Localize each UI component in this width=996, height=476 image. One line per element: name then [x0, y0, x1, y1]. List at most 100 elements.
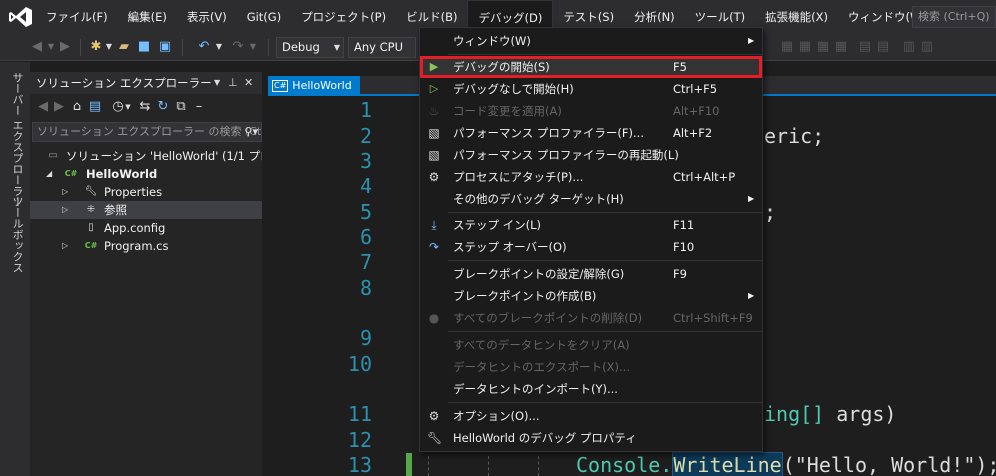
menu-git[interactable]: Git(G): [237, 0, 292, 34]
menu-item-label: プロセスにアタッチ(P)...: [453, 170, 584, 184]
solution-explorer-panel: ソリューション エクスプローラー ▼ ⊥ ✕ ◀ ▶ ⌂ ▤ ◷ ▼ ⇆ ↻ ⧉…: [30, 72, 262, 476]
csharp-file-icon: C#: [272, 80, 289, 92]
pin-icon[interactable]: ⊥: [228, 72, 238, 94]
open-folder-icon[interactable]: ▰: [116, 39, 132, 55]
window-position-icon[interactable]: ▼: [214, 72, 220, 94]
pending-changes-dropdown-icon[interactable]: ▼: [124, 99, 132, 115]
back-dropdown-icon[interactable]: ▼: [46, 39, 56, 55]
redo-dropdown-icon[interactable]: ▼: [248, 39, 258, 55]
debug-menu-clear-datatips[interactable]: すべてのデータヒントをクリア(A): [420, 334, 762, 356]
home-icon[interactable]: ⌂: [70, 99, 84, 115]
switch-views-icon[interactable]: ▤: [88, 99, 102, 115]
server-explorer-tab[interactable]: サーバー エクスプローラー: [9, 72, 25, 208]
code-line-11: ing[] args): [764, 402, 896, 426]
line-number: 1: [359, 98, 372, 122]
menu-item-shortcut: F10: [673, 240, 695, 254]
menu-item-shortcut: F9: [673, 267, 687, 281]
menu-item-label: オプション(O)...: [453, 409, 540, 423]
menu-item-label: ステップ イン(L): [453, 218, 542, 232]
save-icon[interactable]: ■: [136, 39, 152, 55]
undo-icon[interactable]: ↶: [196, 39, 212, 55]
debug-menu-windows[interactable]: ウィンドウ(W) ▶: [420, 30, 762, 52]
debug-menu-attach-to-process[interactable]: ⚙ プロセスにアタッチ(P)... Ctrl+Alt+P: [420, 166, 762, 188]
expanded-arrow-icon[interactable]: ◢: [46, 165, 52, 183]
menu-item-shortcut: F11: [673, 218, 695, 232]
debug-menu-start-without-debugging[interactable]: ▷ デバッグなしで開始(H) Ctrl+F5: [420, 78, 762, 100]
menu-file[interactable]: ファイル(F): [36, 0, 118, 34]
debug-menu-step-into[interactable]: ⤓ ステップ イン(L) F11: [420, 214, 762, 236]
performance-icon: ▧: [428, 148, 440, 162]
pending-changes-icon[interactable]: ◷: [112, 99, 124, 115]
new-project-icon[interactable]: ✱: [88, 39, 104, 55]
debug-menu-delete-all-breakpoints[interactable]: ● すべてのブレークポイントの削除(D) Ctrl+Shift+F9: [420, 307, 762, 329]
flame-icon: ♨: [428, 104, 440, 118]
menu-extensions[interactable]: 拡張機能(X): [755, 0, 838, 34]
wrench-icon: 🔧︎: [84, 186, 98, 197]
menu-item-label: データヒントのインポート(Y)...: [453, 382, 618, 396]
debug-menu-apply-code-changes[interactable]: ♨ コード変更を適用(A) Alt+F10: [420, 100, 762, 122]
menu-edit[interactable]: 編集(E): [118, 0, 177, 34]
visual-studio-logo-icon[interactable]: [8, 6, 34, 28]
debug-menu-toggle-breakpoint[interactable]: ブレークポイントの設定/解除(G) F9: [420, 263, 762, 285]
menu-item-shortcut: Ctrl+F5: [673, 82, 718, 96]
search-input[interactable]: 検索 (Ctrl+Q): [912, 6, 996, 28]
play-outline-icon: ▷: [429, 82, 439, 95]
tool-window-strip: サーバー エクスプローラー ツールボックス: [0, 62, 30, 476]
debug-menu-debug-properties[interactable]: 🔧︎ HelloWorld のデバッグ プロパティ: [420, 427, 762, 449]
close-icon[interactable]: ✕: [244, 72, 253, 94]
search-icon[interactable]: ⚲▾: [244, 123, 258, 141]
debug-menu-options[interactable]: ⚙ オプション(O)...: [420, 405, 762, 427]
toolbox-tab[interactable]: ツールボックス: [9, 196, 25, 273]
solution-config-select[interactable]: Debug ▼: [276, 37, 344, 58]
indent-guide: [428, 456, 429, 476]
debug-menu-import-datatips[interactable]: データヒントのインポート(Y)...: [420, 378, 762, 400]
menu-item-label: パフォーマンス プロファイラー(F)...: [453, 126, 644, 140]
debug-menu-start-debugging[interactable]: ▶ デバッグの開始(S) F5: [420, 56, 762, 78]
sync-icon[interactable]: ⇆: [138, 99, 152, 115]
collapse-all-icon[interactable]: ⧉: [174, 99, 188, 115]
debug-menu-performance-profiler[interactable]: ▧ パフォーマンス プロファイラー(F)... Alt+F2: [420, 122, 762, 144]
indent-guide: [538, 456, 539, 476]
menu-item-shortcut: Ctrl+Alt+P: [673, 170, 736, 184]
solution-explorer-search-input[interactable]: ソリューション エクスプローラー の検索 (Ctrl+;) ⚲▾: [32, 122, 262, 142]
line-number: 10: [347, 352, 372, 376]
tree-item-project[interactable]: ◢ C# HelloWorld: [30, 165, 262, 183]
back-icon[interactable]: ◀: [30, 39, 44, 55]
collapsed-arrow-icon[interactable]: ▷: [62, 201, 68, 219]
menu-item-label: ステップ オーバー(O): [453, 240, 567, 254]
save-all-icon[interactable]: ▣: [156, 39, 174, 55]
toolbar-disabled-icon: ▦: [798, 39, 812, 54]
gear-icon: ⚙: [428, 409, 440, 423]
menu-item-shortcut: Ctrl+Shift+F9: [673, 311, 753, 325]
menu-project[interactable]: プロジェクト(P): [291, 0, 396, 34]
tree-item-properties[interactable]: ▷ 🔧︎ Properties: [30, 183, 262, 201]
tree-item-solution[interactable]: ▭ ソリューション 'HelloWorld' (1/1 プロジェクト): [30, 147, 262, 165]
more-options-icon[interactable]: –: [192, 99, 206, 115]
menu-separator: [448, 402, 762, 403]
solution-platform-select[interactable]: Any CPU: [348, 37, 416, 58]
tree-item-program-cs[interactable]: ▷ C# Program.cs: [30, 237, 262, 255]
menu-separator: [448, 331, 762, 332]
new-project-dropdown-icon[interactable]: ▼: [104, 39, 114, 55]
toolbar-separator: [80, 39, 81, 56]
debug-menu-restart-profiler[interactable]: ▧ パフォーマンス プロファイラーの再起動(L): [420, 144, 762, 166]
debug-menu-step-over[interactable]: ↷ ステップ オーバー(O) F10: [420, 236, 762, 258]
forward-icon[interactable]: ▶: [58, 39, 72, 55]
collapsed-arrow-icon[interactable]: ▷: [62, 183, 68, 201]
back-icon[interactable]: ◀: [36, 99, 50, 115]
debug-menu-export-datatips[interactable]: データヒントのエクスポート(X)...: [420, 356, 762, 378]
code-line-5: ;: [764, 200, 777, 224]
redo-icon[interactable]: ↷: [230, 39, 246, 55]
collapsed-arrow-icon[interactable]: ▷: [62, 237, 68, 255]
refresh-icon[interactable]: ↻: [156, 99, 170, 115]
menu-view[interactable]: 表示(V): [177, 0, 237, 34]
tree-item-app-config[interactable]: ▯ App.config: [30, 219, 262, 237]
debug-menu-new-breakpoint[interactable]: ブレークポイントの作成(B) ▶: [420, 285, 762, 307]
code-line-13: Console.WriteLine("Hello, World!");: [576, 452, 996, 476]
forward-icon[interactable]: ▶: [52, 99, 66, 115]
tree-item-references[interactable]: ▷ ⁜ 参照: [30, 201, 262, 219]
editor-tab[interactable]: C# HelloWorld: [268, 76, 360, 96]
debug-menu-other-targets[interactable]: その他のデバッグ ターゲット(H) ▶: [420, 188, 762, 210]
toolbar-disabled-icon: ▦: [780, 39, 794, 54]
undo-dropdown-icon[interactable]: ▼: [214, 39, 224, 55]
